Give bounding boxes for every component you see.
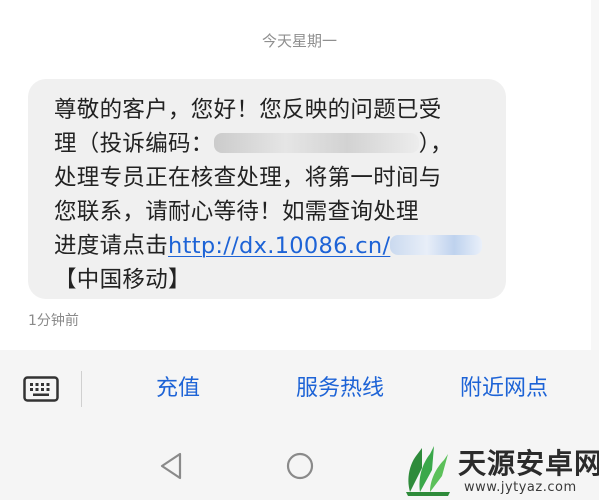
menu-nearby-outlets-button[interactable]: 附近网点 <box>442 372 566 406</box>
message-line: 您联系，请耐心等待！如需查询处理 <box>54 199 419 225</box>
date-separator: 今天星期一 <box>261 32 337 50</box>
watermark-title: 天源安卓网 <box>458 447 599 480</box>
home-circle-icon <box>286 452 314 480</box>
redacted-complaint-code <box>213 133 419 153</box>
watermark-url: www.jytyaz.com <box>464 480 577 495</box>
message-link[interactable]: http://dx.10086.cn/ <box>168 233 390 259</box>
redacted-link-suffix <box>390 235 483 255</box>
back-triangle-icon <box>160 452 182 480</box>
conversation-area: 今天星期一 尊敬的客户，您好！您反映的问题已受 理（投诉编码： ）， 处理专员正在… <box>0 0 599 350</box>
message-line: 理（投诉编码： ）， <box>54 127 499 161</box>
message-line: 【中国移动】 <box>54 267 191 293</box>
scrollbar-track <box>591 0 599 350</box>
nav-home-button[interactable] <box>284 450 316 482</box>
keyboard-toggle-button[interactable] <box>22 374 60 404</box>
message-text-fragment: ）， <box>418 131 453 157</box>
message-line: 尊敬的客户，您好！您反映的问题已受 <box>54 97 442 123</box>
message-timestamp: 1分钟前 <box>28 313 79 329</box>
watermark-logo-icon <box>406 446 450 496</box>
keyboard-icon <box>23 376 59 402</box>
message-line: 处理专员正在核查处理，将第一时间与 <box>54 165 442 191</box>
message-line: 进度请点击http://dx.10086.cn/ <box>54 229 499 263</box>
nav-back-button[interactable] <box>156 450 186 482</box>
message-text-fragment: 进度请点击 <box>54 233 169 259</box>
message-text-fragment: 理（投诉编码： <box>54 131 214 157</box>
menu-service-hotline-button[interactable]: 服务热线 <box>278 372 402 406</box>
menu-recharge-button[interactable]: 充值 <box>130 372 226 406</box>
menu-divider <box>81 371 82 407</box>
message-text: 尊敬的客户，您好！您反映的问题已受 理（投诉编码： ）， 处理专员正在核查处理，将… <box>54 93 499 297</box>
site-watermark: 天源安卓网 www.jytyaz.com <box>400 436 599 500</box>
